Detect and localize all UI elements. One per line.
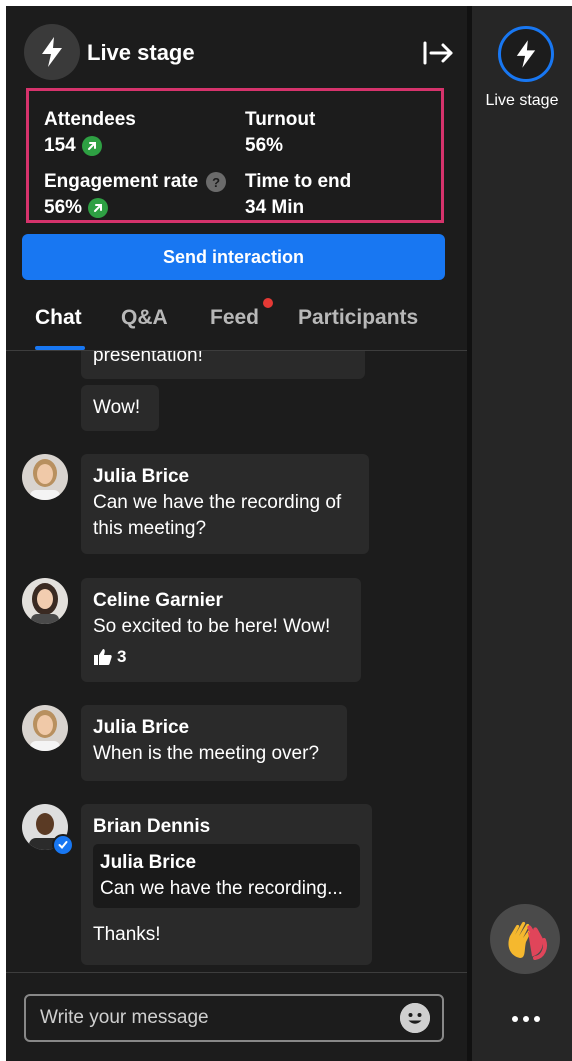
message-bubble: presentation! (81, 351, 365, 379)
verified-badge-icon (52, 834, 74, 856)
quoted-message[interactable]: Julia Brice Can we have the recording... (93, 844, 360, 908)
likes-count: 3 (117, 647, 127, 666)
trend-up-icon (81, 136, 102, 156)
tab-bar: Chat Q&A Feed Participants (6, 296, 467, 351)
exit-arrow-icon[interactable] (422, 40, 456, 66)
message-text: So excited to be here! Wow! (93, 616, 331, 637)
tab-qa[interactable]: Q&A (121, 306, 168, 330)
quoted-author: Julia Brice (100, 852, 197, 873)
stats-box: Attendees 154 Turnout 56% Engagement rat… (26, 88, 444, 223)
right-rail: Live stage (472, 6, 572, 1061)
clapping-hands-icon[interactable] (490, 904, 560, 974)
engagement-label: Engagement rate (44, 171, 199, 192)
chat-feed[interactable]: presentation! Wow! Julia Brice Can we ha… (6, 351, 467, 971)
message-text: Can we have the recording of this meetin… (93, 492, 342, 539)
help-icon[interactable]: ? (206, 172, 227, 192)
message-author: Julia Brice (93, 717, 190, 738)
time-label: Time to end (245, 171, 352, 192)
avatar[interactable] (22, 578, 68, 624)
more-dots-icon[interactable] (506, 1004, 546, 1034)
live-stage-rail-button[interactable] (498, 26, 554, 82)
engagement-percent: 56% (44, 197, 83, 218)
message-bubble: Wow! (81, 385, 159, 431)
send-interaction-button[interactable]: Send interaction (22, 234, 445, 280)
tab-participants[interactable]: Participants (298, 306, 418, 330)
quoted-text: Can we have the recording... (100, 878, 343, 899)
panel-title: Live stage (87, 40, 195, 65)
attendees-value: 154 (44, 135, 102, 157)
message-text: presentation! (93, 351, 203, 366)
engagement-label-row: Engagement rate ? (44, 171, 227, 193)
notification-dot (263, 298, 273, 308)
message-author: Celine Garnier (93, 590, 223, 611)
engagement-value: 56% (44, 197, 109, 219)
tab-chat[interactable]: Chat (35, 306, 82, 330)
message-text: When is the meeting over? (93, 743, 320, 764)
message-input[interactable] (38, 1006, 400, 1030)
turnout-value: 56% (245, 135, 284, 156)
time-value: 34 Min (245, 197, 305, 218)
message-bubble: Celine Garnier So excited to be here! Wo… (81, 578, 361, 682)
tab-feed[interactable]: Feed (210, 306, 259, 330)
trend-up-icon (88, 198, 109, 218)
composer-divider (6, 972, 467, 973)
live-stage-panel: Live stage Attendees 154 Turnout 56% Eng… (6, 6, 467, 1061)
message-author: Brian Dennis (93, 816, 211, 837)
attendees-count: 154 (44, 135, 76, 156)
turnout-label: Turnout (245, 109, 316, 130)
message-author: Julia Brice (93, 466, 190, 487)
avatar[interactable] (22, 705, 68, 751)
message-text: Wow! (93, 397, 141, 418)
lightning-icon (24, 24, 80, 80)
likes-counter[interactable]: 3 (93, 644, 349, 670)
live-stage-rail-label: Live stage (485, 92, 559, 109)
avatar[interactable] (22, 804, 74, 856)
message-bubble: Julia Brice When is the meeting over? (81, 705, 347, 781)
message-bubble: Brian Dennis Julia Brice Can we have the… (81, 804, 372, 965)
message-text: Thanks! (93, 924, 161, 945)
attendees-label: Attendees (44, 109, 136, 130)
lightning-icon (516, 40, 536, 68)
message-composer (24, 994, 444, 1042)
avatar[interactable] (22, 454, 68, 500)
smiley-icon[interactable] (400, 1003, 430, 1033)
active-tab-indicator (35, 346, 85, 350)
message-bubble: Julia Brice Can we have the recording of… (81, 454, 369, 554)
thumbs-up-icon (94, 649, 112, 665)
